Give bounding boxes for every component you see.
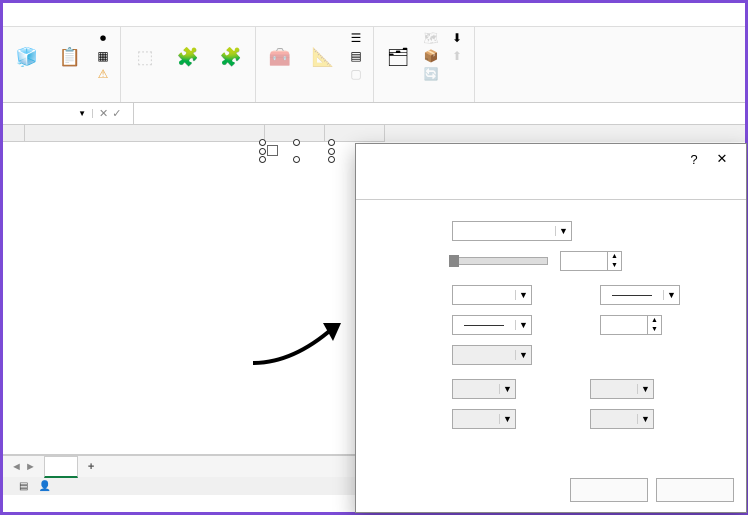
com-addins-button[interactable]: 🧩 <box>211 29 251 87</box>
expansion-packs-button[interactable]: 📦 <box>421 47 444 65</box>
map-icon: 🗺 <box>424 31 438 45</box>
import-button[interactable]: ⬇ <box>447 29 470 47</box>
visual-basic-button[interactable]: 🧊 <box>7 29 47 87</box>
times-icon[interactable]: ✕ <box>99 107 108 120</box>
record-icon: ⏺ <box>96 31 110 45</box>
ok-button[interactable] <box>570 478 648 502</box>
help-button[interactable]: ? <box>680 152 708 167</box>
col-header-a[interactable] <box>25 125 265 142</box>
excel-addins-button[interactable]: 🧩 <box>168 29 208 87</box>
accessibility-status[interactable]: 👤 <box>38 481 50 492</box>
ribbon: 🧊 📋 ⏺ ▦ ⚠ ⬚ 🧩 🧩 🧰 📐 ☰ ▤ ▢ <box>3 27 745 103</box>
transparency-spinner[interactable]: ▲▼ <box>560 251 622 271</box>
ribbon-group-xml: 🗂 🗺 📦 🔄 ⬇ ⬆ <box>374 27 475 102</box>
transparency-slider[interactable] <box>452 257 548 265</box>
name-box[interactable]: ▼ <box>3 109 93 118</box>
view-code-button[interactable]: ▤ <box>346 47 369 65</box>
status-icon: ▤ <box>19 481 28 492</box>
list-icon: ☰ <box>349 31 363 45</box>
tab-nav[interactable]: ◄ ► <box>3 461 44 473</box>
pack-icon: 📦 <box>424 49 438 63</box>
begin-style-combo: ▼ <box>452 379 516 399</box>
formula-bar-input[interactable] <box>133 103 745 124</box>
line-style-combo[interactable]: ▼ <box>600 285 680 305</box>
ribbon-group-code: 🧊 📋 ⏺ ▦ ⚠ <box>3 27 121 102</box>
source-button[interactable]: 🗂 <box>378 29 418 87</box>
code-icon: ▤ <box>349 49 363 63</box>
dialog-icon: ▢ <box>349 67 363 81</box>
fill-color-combo[interactable]: ▼ <box>452 221 572 241</box>
import-icon: ⬇ <box>450 31 464 45</box>
run-dialog-button[interactable]: ▢ <box>346 65 369 83</box>
line-weight-spinner[interactable]: ▲▼ <box>600 315 662 335</box>
insert-control-button[interactable]: 🧰 <box>260 29 300 87</box>
ribbon-group-addins: ⬚ 🧩 🧩 <box>121 27 256 102</box>
map-properties-button[interactable]: 🗺 <box>421 29 444 47</box>
properties-button[interactable]: ☰ <box>346 29 369 47</box>
refresh-icon: 🔄 <box>424 67 438 81</box>
shield-icon: ⚠ <box>96 67 110 81</box>
connector-combo: ▼ <box>452 345 532 365</box>
close-button[interactable]: ✕ <box>708 151 736 167</box>
format-control-dialog: ? ✕ ▼ ▲▼ ▼ ▼ ▼ ▲▼ <box>355 143 747 513</box>
chevron-down-icon: ▼ <box>555 226 571 236</box>
chevron-down-icon: ▼ <box>78 109 86 118</box>
record-macro-button[interactable]: ⏺ <box>93 29 116 47</box>
line-dashed-combo[interactable]: ▼ <box>452 315 532 335</box>
cancel-button[interactable] <box>656 478 734 502</box>
check-icon[interactable]: ✓ <box>112 107 121 120</box>
use-relative-refs-button[interactable]: ▦ <box>93 47 116 65</box>
line-color-combo[interactable]: ▼ <box>452 285 532 305</box>
macros-button[interactable]: 📋 <box>50 29 90 87</box>
name-formula-bar: ▼ ✕✓ <box>3 103 745 125</box>
design-mode-button[interactable]: 📐 <box>303 29 343 87</box>
grid-icon: ▦ <box>96 49 110 63</box>
select-all-corner[interactable] <box>3 125 25 142</box>
refresh-data-button[interactable]: 🔄 <box>421 65 444 83</box>
addins-button[interactable]: ⬚ <box>125 29 165 87</box>
export-button[interactable]: ⬆ <box>447 47 470 65</box>
export-icon: ⬆ <box>450 49 464 63</box>
begin-size-combo: ▼ <box>452 409 516 429</box>
dialog-tabs <box>356 174 746 200</box>
end-style-combo: ▼ <box>590 379 654 399</box>
formula-icons: ✕✓ <box>93 107 127 120</box>
ribbon-group-controls: 🧰 📐 ☰ ▤ ▢ <box>256 27 374 102</box>
selected-checkbox-shape[interactable] <box>263 143 331 159</box>
end-size-combo: ▼ <box>590 409 654 429</box>
macro-security-button[interactable]: ⚠ <box>93 65 116 83</box>
menu-bar <box>3 3 745 27</box>
new-sheet-button[interactable]: + <box>78 461 104 473</box>
sheet-tab-sheet1[interactable] <box>44 456 78 478</box>
